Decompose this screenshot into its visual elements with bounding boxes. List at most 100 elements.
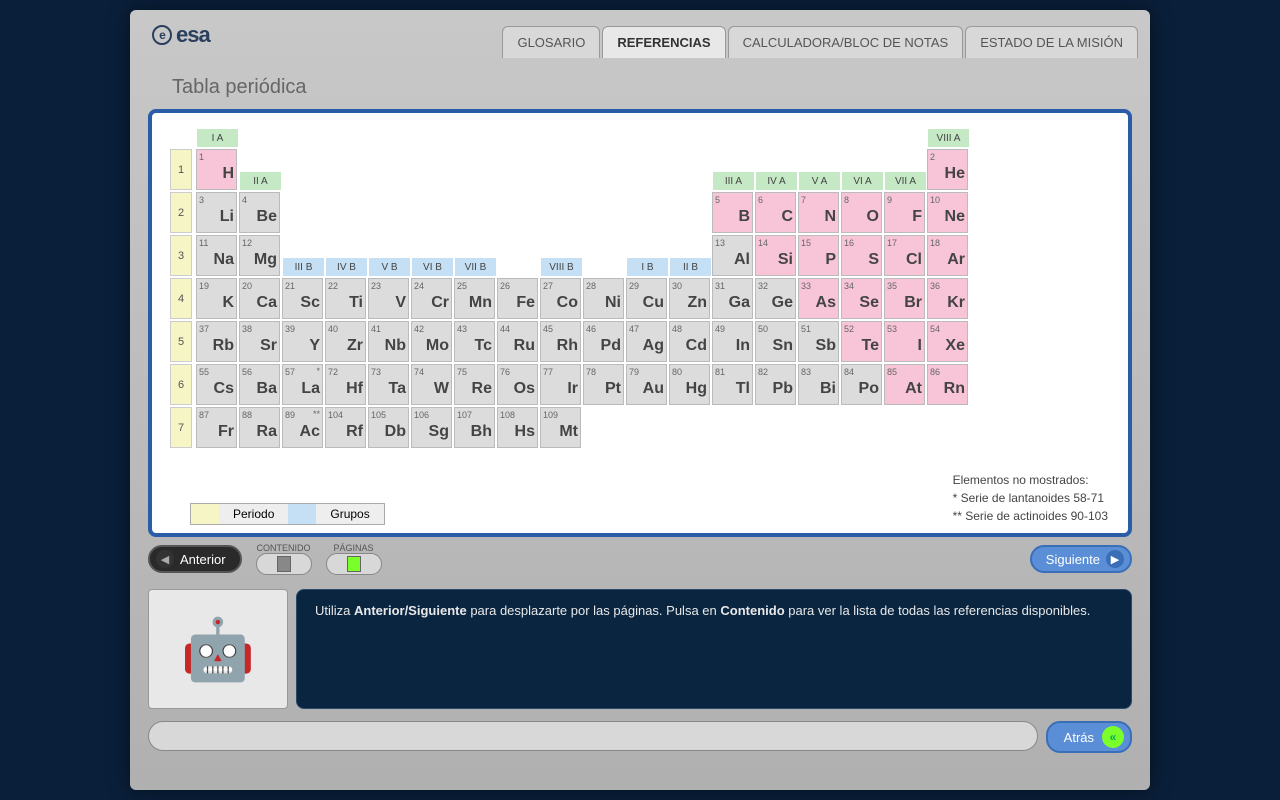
element-Hs[interactable]: 108Hs bbox=[497, 407, 538, 448]
element-Rh[interactable]: 45Rh bbox=[540, 321, 581, 362]
tab-glosario[interactable]: GLOSARIO bbox=[502, 26, 600, 58]
element-Sc[interactable]: 21Sc bbox=[282, 278, 323, 319]
element-Mn[interactable]: 25Mn bbox=[454, 278, 495, 319]
element-Ir[interactable]: 77Ir bbox=[540, 364, 581, 405]
tab-referencias[interactable]: REFERENCIAS bbox=[602, 26, 725, 58]
command-input[interactable] bbox=[148, 721, 1038, 751]
element-K[interactable]: 19K bbox=[196, 278, 237, 319]
element-Bh[interactable]: 107Bh bbox=[454, 407, 495, 448]
back-button[interactable]: Atrás « bbox=[1046, 721, 1132, 753]
element-Re[interactable]: 75Re bbox=[454, 364, 495, 405]
element-F[interactable]: 9F bbox=[884, 192, 925, 233]
element-P[interactable]: 15P bbox=[798, 235, 839, 276]
element-Sb[interactable]: 51Sb bbox=[798, 321, 839, 362]
element-Pd[interactable]: 46Pd bbox=[583, 321, 624, 362]
element-Ra[interactable]: 88Ra bbox=[239, 407, 280, 448]
logo: eesa bbox=[142, 16, 220, 58]
element-B[interactable]: 5B bbox=[712, 192, 753, 233]
element-Bi[interactable]: 83Bi bbox=[798, 364, 839, 405]
element-Fe[interactable]: 26Fe bbox=[497, 278, 538, 319]
element-Te[interactable]: 52Te bbox=[841, 321, 882, 362]
element-Rb[interactable]: 37Rb bbox=[196, 321, 237, 362]
group-label: V A bbox=[799, 172, 840, 190]
element-Rf[interactable]: 104Rf bbox=[325, 407, 366, 448]
element-Ga[interactable]: 31Ga bbox=[712, 278, 753, 319]
element-La[interactable]: 57*La bbox=[282, 364, 323, 405]
element-Os[interactable]: 76Os bbox=[497, 364, 538, 405]
legend-swatch-groups bbox=[288, 504, 316, 524]
element-Al[interactable]: 13Al bbox=[712, 235, 753, 276]
element-Mg[interactable]: 12Mg bbox=[239, 235, 280, 276]
element-V[interactable]: 23V bbox=[368, 278, 409, 319]
element-S[interactable]: 16S bbox=[841, 235, 882, 276]
contenido-button[interactable]: CONTENIDO bbox=[256, 543, 312, 575]
element-Mt[interactable]: 109Mt bbox=[540, 407, 581, 448]
element-Ge[interactable]: 32Ge bbox=[755, 278, 796, 319]
element-Mo[interactable]: 42Mo bbox=[411, 321, 452, 362]
element-Si[interactable]: 14Si bbox=[755, 235, 796, 276]
element-Ar[interactable]: 18Ar bbox=[927, 235, 968, 276]
element-Zn[interactable]: 30Zn bbox=[669, 278, 710, 319]
period-label: 4 bbox=[170, 278, 192, 319]
period-label: 1 bbox=[170, 149, 192, 190]
element-Hf[interactable]: 72Hf bbox=[325, 364, 366, 405]
element-Co[interactable]: 27Co bbox=[540, 278, 581, 319]
prev-button[interactable]: ◀ Anterior bbox=[148, 545, 242, 573]
element-C[interactable]: 6C bbox=[755, 192, 796, 233]
element-Pt[interactable]: 78Pt bbox=[583, 364, 624, 405]
group-label: I A bbox=[197, 129, 238, 147]
element-Ba[interactable]: 56Ba bbox=[239, 364, 280, 405]
element-At[interactable]: 85At bbox=[884, 364, 925, 405]
element-Tc[interactable]: 43Tc bbox=[454, 321, 495, 362]
element-Ta[interactable]: 73Ta bbox=[368, 364, 409, 405]
group-label: III B bbox=[283, 258, 324, 276]
element-Sr[interactable]: 38Sr bbox=[239, 321, 280, 362]
element-Tl[interactable]: 81Tl bbox=[712, 364, 753, 405]
element-Cu[interactable]: 29Cu bbox=[626, 278, 667, 319]
next-button[interactable]: Siguiente ▶ bbox=[1030, 545, 1132, 573]
element-Ne[interactable]: 10Ne bbox=[927, 192, 968, 233]
element-O[interactable]: 8O bbox=[841, 192, 882, 233]
element-Na[interactable]: 11Na bbox=[196, 235, 237, 276]
tab-estado-de-la-misi-n[interactable]: ESTADO DE LA MISIÓN bbox=[965, 26, 1138, 58]
contenido-label: CONTENIDO bbox=[257, 543, 311, 553]
element-Zr[interactable]: 40Zr bbox=[325, 321, 366, 362]
element-He[interactable]: 2He bbox=[927, 149, 968, 190]
element-Db[interactable]: 105Db bbox=[368, 407, 409, 448]
element-Be[interactable]: 4Be bbox=[239, 192, 280, 233]
element-Cl[interactable]: 17Cl bbox=[884, 235, 925, 276]
element-Xe[interactable]: 54Xe bbox=[927, 321, 968, 362]
element-N[interactable]: 7N bbox=[798, 192, 839, 233]
paginas-button[interactable]: PÁGINAS bbox=[326, 543, 382, 575]
element-Cd[interactable]: 48Cd bbox=[669, 321, 710, 362]
element-Au[interactable]: 79Au bbox=[626, 364, 667, 405]
element-Ti[interactable]: 22Ti bbox=[325, 278, 366, 319]
element-I[interactable]: 53I bbox=[884, 321, 925, 362]
element-Ca[interactable]: 20Ca bbox=[239, 278, 280, 319]
element-Po[interactable]: 84Po bbox=[841, 364, 882, 405]
paginas-label: PÁGINAS bbox=[334, 543, 374, 553]
element-Ni[interactable]: 28Ni bbox=[583, 278, 624, 319]
element-Li[interactable]: 3Li bbox=[196, 192, 237, 233]
element-Pb[interactable]: 82Pb bbox=[755, 364, 796, 405]
element-Hg[interactable]: 80Hg bbox=[669, 364, 710, 405]
element-Sn[interactable]: 50Sn bbox=[755, 321, 796, 362]
element-Sg[interactable]: 106Sg bbox=[411, 407, 452, 448]
element-In[interactable]: 49In bbox=[712, 321, 753, 362]
element-Ru[interactable]: 44Ru bbox=[497, 321, 538, 362]
element-Rn[interactable]: 86Rn bbox=[927, 364, 968, 405]
element-Kr[interactable]: 36Kr bbox=[927, 278, 968, 319]
element-As[interactable]: 33As bbox=[798, 278, 839, 319]
element-W[interactable]: 74W bbox=[411, 364, 452, 405]
element-Fr[interactable]: 87Fr bbox=[196, 407, 237, 448]
element-Se[interactable]: 34Se bbox=[841, 278, 882, 319]
element-Br[interactable]: 35Br bbox=[884, 278, 925, 319]
element-Ag[interactable]: 47Ag bbox=[626, 321, 667, 362]
element-H[interactable]: 1H bbox=[196, 149, 237, 190]
element-Cs[interactable]: 55Cs bbox=[196, 364, 237, 405]
element-Cr[interactable]: 24Cr bbox=[411, 278, 452, 319]
tab-calculadora-bloc-de-notas[interactable]: CALCULADORA/BLOC DE NOTAS bbox=[728, 26, 964, 58]
element-Nb[interactable]: 41Nb bbox=[368, 321, 409, 362]
element-Y[interactable]: 39Y bbox=[282, 321, 323, 362]
element-Ac[interactable]: 89**Ac bbox=[282, 407, 323, 448]
